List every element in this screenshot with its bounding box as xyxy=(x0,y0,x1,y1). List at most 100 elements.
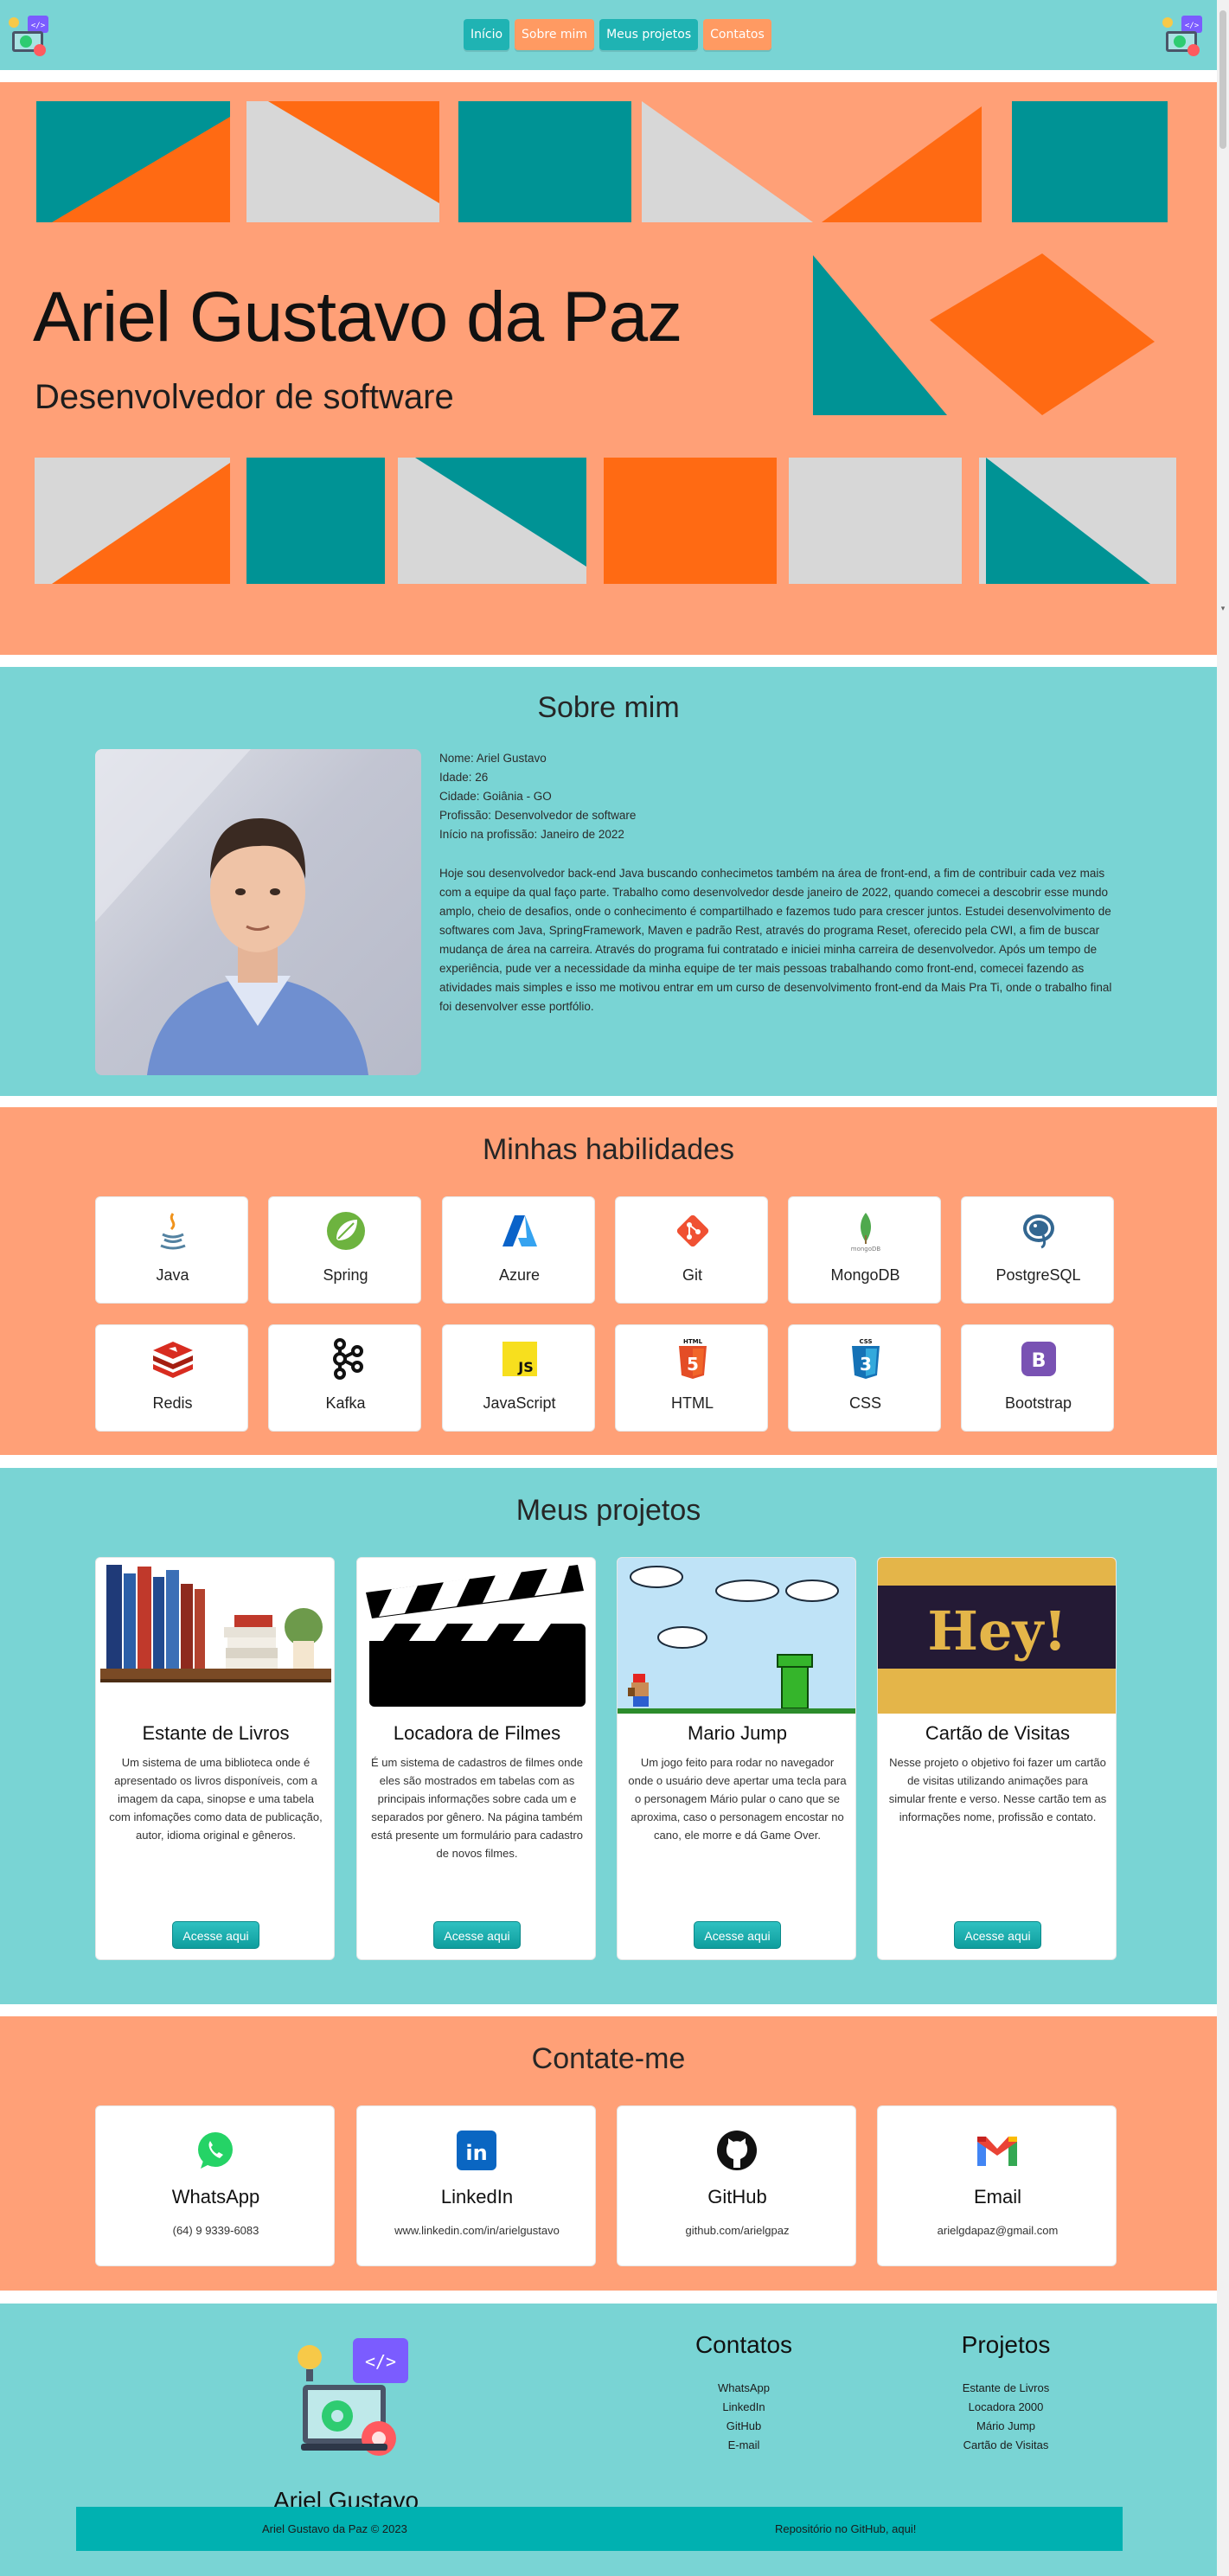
linkedin-icon: in xyxy=(455,2129,498,2172)
bootstrap-icon: B xyxy=(1017,1337,1060,1381)
project-title: Cartão de Visitas xyxy=(925,1722,1071,1744)
html-icon: HTML 5 xyxy=(671,1337,714,1381)
contact-card-github[interactable]: GitHub github.com/arielgpaz xyxy=(617,2105,856,2266)
skill-label: Kafka xyxy=(325,1394,366,1412)
project-card-mario: Mario Jump Um jogo feito para rodar no n… xyxy=(617,1557,856,1960)
skill-label: Spring xyxy=(323,1266,368,1284)
svg-text:B: B xyxy=(1032,1350,1047,1372)
skill-card-html: HTML 5 HTML xyxy=(615,1324,768,1432)
project-access-button[interactable]: Acesse aqui xyxy=(954,1921,1041,1949)
footer-link-linkedin[interactable]: LinkedIn xyxy=(614,2400,874,2413)
skill-label: Azure xyxy=(498,1266,541,1284)
skill-card-spring: Spring xyxy=(268,1196,421,1304)
about-section: Sobre mim Nome: Ariel Gustavo Idade: 26 … xyxy=(0,667,1217,1096)
java-icon xyxy=(151,1209,195,1253)
whatsapp-icon xyxy=(194,2129,237,2172)
footer-link-email[interactable]: E-mail xyxy=(614,2438,874,2451)
skill-card-bootstrap: B Bootstrap xyxy=(961,1324,1114,1432)
svg-text:</>: </> xyxy=(1185,22,1200,30)
about-info-name: Nome: Ariel Gustavo xyxy=(439,752,547,765)
footer-developer-logo-icon: </> xyxy=(298,2338,408,2456)
project-access-button[interactable]: Acesse aqui xyxy=(172,1921,259,1949)
skill-label: JavaScript xyxy=(483,1394,556,1412)
javascript-icon: JS xyxy=(498,1337,541,1381)
contact-card-whatsapp[interactable]: WhatsApp (64) 9 9339-6083 xyxy=(95,2105,335,2266)
project-title: Mario Jump xyxy=(688,1722,787,1744)
footer-repo-link[interactable]: Repositório no GitHub, aqui! xyxy=(775,2522,916,2535)
contact-value: github.com/arielgpaz xyxy=(685,2224,790,2237)
kafka-icon xyxy=(324,1337,368,1381)
contact-title: Email xyxy=(973,2186,1021,2208)
projects-section: Meus projetos Estante de Livros Um siste… xyxy=(0,1468,1217,2004)
skill-label: Redis xyxy=(152,1394,193,1412)
footer-link-estante[interactable]: Estante de Livros xyxy=(876,2381,1136,2394)
nav-sobre-mim-button[interactable]: Sobre mim xyxy=(515,19,595,50)
site-header: </> </> Início Sobre mim Meus projetos C… xyxy=(0,0,1217,70)
footer-link-locadora[interactable]: Locadora 2000 xyxy=(876,2400,1136,2413)
site-footer: </> Ariel Gustavo Contatos WhatsApp Link… xyxy=(0,2304,1217,2576)
project-card-locadora: Locadora de Filmes É um sistema de cadas… xyxy=(356,1557,596,1960)
nav-contatos-button[interactable]: Contatos xyxy=(703,19,771,50)
project-description: É um sistema de cadastros de filmes onde… xyxy=(371,1756,583,1860)
footer-link-cartao[interactable]: Cartão de Visitas xyxy=(876,2438,1136,2451)
contact-value: www.linkedin.com/in/arielgustavo xyxy=(394,2224,560,2237)
project-description: Um jogo feito para rodar no navegador on… xyxy=(628,1756,847,1842)
about-title: Sobre mim xyxy=(537,691,680,724)
postgresql-icon xyxy=(1017,1209,1060,1253)
spring-icon xyxy=(324,1209,368,1253)
page-scrollbar[interactable]: ▾ xyxy=(1217,0,1229,2576)
contact-card-linkedin[interactable]: in LinkedIn www.linkedin.com/in/arielgus… xyxy=(356,2105,596,2266)
projects-title: Meus projetos xyxy=(515,1494,701,1527)
css-icon: CSS 3 xyxy=(844,1337,887,1381)
skill-card-redis: Redis xyxy=(95,1324,248,1432)
skills-title: Minhas habilidades xyxy=(482,1133,735,1166)
hero-name: Ariel Gustavo da Paz xyxy=(33,278,682,356)
footer-link-mario[interactable]: Mário Jump xyxy=(876,2419,1136,2432)
project-card-estante: Estante de Livros Um sistema de uma bibl… xyxy=(95,1557,335,1960)
svg-text:HTML: HTML xyxy=(683,1338,703,1345)
about-info-list: Nome: Ariel Gustavo Idade: 26 Cidade: Go… xyxy=(439,749,1114,844)
skill-label: Java xyxy=(156,1266,189,1284)
about-info-start: Início na profissão: Janeiro de 2022 xyxy=(439,828,624,841)
svg-text:5: 5 xyxy=(687,1354,699,1375)
skills-section: Minhas habilidades Java Spring Azure Git… xyxy=(0,1107,1217,1455)
svg-text:</>: </> xyxy=(365,2351,396,2372)
skill-card-azure: Azure xyxy=(442,1196,595,1304)
footer-link-github[interactable]: GitHub xyxy=(614,2419,874,2432)
header-logo-right-icon[interactable]: </> xyxy=(1159,12,1206,59)
git-icon xyxy=(671,1209,714,1253)
gmail-icon xyxy=(976,2129,1019,2172)
skill-card-git: Git xyxy=(615,1196,768,1304)
project-title: Locadora de Filmes xyxy=(393,1722,561,1744)
footer-projects-title: Projetos xyxy=(961,2331,1051,2358)
nav-meus-projetos-button[interactable]: Meus projetos xyxy=(599,19,699,50)
skill-label: Git xyxy=(682,1266,702,1284)
contact-title: LinkedIn xyxy=(440,2186,514,2208)
skill-card-java: Java xyxy=(95,1196,248,1304)
svg-text:CSS: CSS xyxy=(859,1338,872,1345)
contact-value: arielgdapaz@gmail.com xyxy=(937,2224,1059,2237)
contacts-title: Contate-me xyxy=(531,2042,686,2075)
project-image-bookshelf xyxy=(96,1558,334,1714)
svg-text:Hey!: Hey! xyxy=(927,1599,1066,1663)
about-info-profession: Profissão: Desenvolvedor de software xyxy=(439,809,637,822)
scroll-down-arrow-icon[interactable]: ▾ xyxy=(1219,606,1226,613)
svg-text:3: 3 xyxy=(860,1354,872,1375)
skill-card-postgresql: PostgreSQL xyxy=(961,1196,1114,1304)
redis-icon xyxy=(151,1337,195,1381)
skill-label: HTML xyxy=(671,1394,714,1412)
project-access-button[interactable]: Acesse aqui xyxy=(433,1921,521,1949)
header-logo-left-icon[interactable]: </> xyxy=(5,12,52,59)
footer-copyright: Ariel Gustavo da Paz © 2023 xyxy=(262,2522,407,2535)
scrollbar-thumb[interactable] xyxy=(1219,10,1226,149)
hero-section: Ariel Gustavo da Paz Desenvolvedor de so… xyxy=(0,82,1217,655)
project-access-button[interactable]: Acesse aqui xyxy=(694,1921,781,1949)
skill-label: MongoDB xyxy=(830,1266,900,1284)
footer-link-whatsapp[interactable]: WhatsApp xyxy=(614,2381,874,2394)
profile-photo xyxy=(95,749,421,1075)
project-image-mario xyxy=(618,1558,855,1714)
nav-inicio-button[interactable]: Início xyxy=(464,19,510,50)
github-icon xyxy=(715,2129,759,2172)
contact-card-email[interactable]: Email arielgdapaz@gmail.com xyxy=(877,2105,1117,2266)
skill-label: PostgreSQL xyxy=(995,1266,1081,1284)
